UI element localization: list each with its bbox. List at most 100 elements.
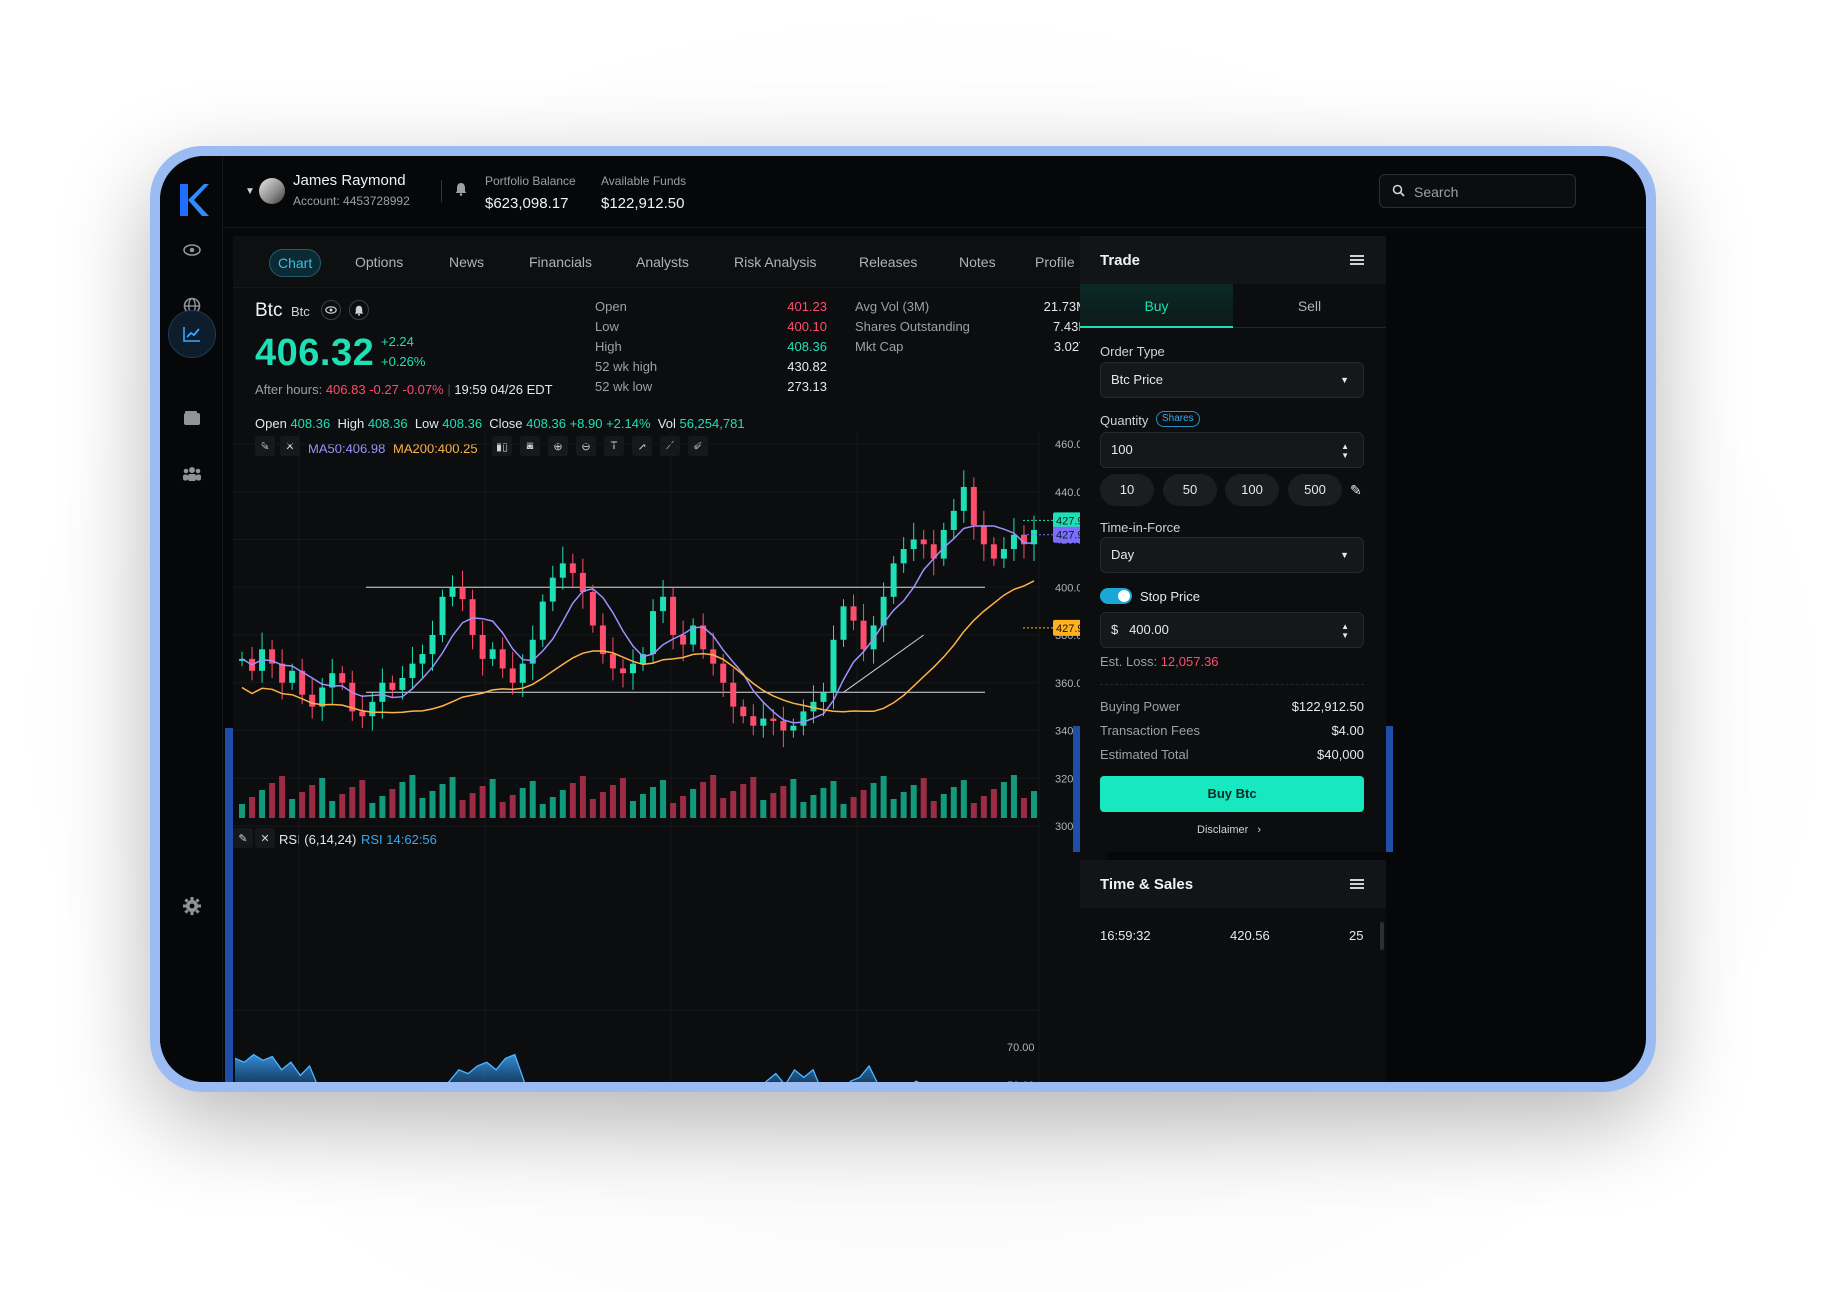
stat-label: Mkt Cap	[855, 339, 904, 354]
after-hours-price: 406.83	[325, 382, 366, 397]
quantity-chip-10[interactable]: 10	[1100, 474, 1154, 506]
volume-bar	[349, 787, 356, 818]
quantity-chip-500[interactable]: 500	[1288, 474, 1342, 506]
volume-bar	[820, 788, 827, 818]
watch-eye-icon[interactable]	[321, 300, 341, 320]
stat-label: Shares Outstanding	[855, 319, 970, 334]
candle-body	[970, 486, 977, 526]
volume-bar	[609, 785, 616, 818]
volume-bar	[950, 787, 957, 818]
portfolio-balance-label: Portfolio Balance	[485, 174, 576, 188]
volume-bar	[469, 793, 476, 818]
search-input[interactable]	[1414, 181, 1564, 203]
volume-bar	[930, 801, 937, 818]
candle-body	[770, 718, 777, 721]
price-chart[interactable]: 460.00440.00420.00400.00380.00360.00340.…	[233, 412, 1107, 1082]
tab-risk-analysis[interactable]: Risk Analysis	[726, 249, 824, 277]
candle-body	[790, 725, 797, 731]
menu-icon[interactable]	[1350, 879, 1364, 889]
tab-financials[interactable]: Financials	[521, 249, 600, 277]
page-background: ▼ James Raymond Account: 4453728992 Port…	[0, 0, 1846, 1292]
est-loss-label: Est. Loss:	[1100, 654, 1158, 669]
app-window: ▼ James Raymond Account: 4453728992 Port…	[160, 156, 1646, 1082]
volume-bar	[1030, 791, 1037, 818]
volume-bar	[519, 788, 526, 818]
bell-icon[interactable]	[455, 182, 467, 199]
candle-body	[439, 596, 446, 635]
candle-body	[419, 654, 426, 664]
chevron-down-icon: ▼	[1340, 375, 1349, 385]
volume-bar	[459, 800, 466, 818]
wallet-icon[interactable]	[176, 402, 208, 434]
volume-bar	[750, 777, 757, 818]
chevron-right-icon: ›	[1257, 824, 1262, 836]
tab-chart[interactable]: Chart	[269, 249, 322, 277]
volume-bar	[1000, 782, 1007, 818]
volume-bar	[269, 783, 276, 818]
shares-badge[interactable]: Shares	[1156, 411, 1200, 427]
avatar[interactable]	[259, 178, 285, 204]
quantity-chip-50[interactable]: 50	[1163, 474, 1217, 506]
stat-label: Open	[595, 299, 627, 314]
tif-select[interactable]: Day ▼	[1100, 537, 1364, 573]
disclaimer-link[interactable]: Disclaimer ›	[1197, 824, 1261, 836]
account-number: Account: 4453728992	[293, 194, 410, 208]
gear-icon[interactable]	[176, 890, 208, 922]
candle-body	[730, 682, 737, 707]
menu-icon[interactable]	[1350, 255, 1364, 265]
order-type-select[interactable]: Btc Price ▼	[1100, 362, 1364, 398]
volume-bar	[279, 776, 286, 818]
tab-news[interactable]: News	[441, 249, 492, 277]
fees-label: Transaction Fees	[1100, 723, 1200, 738]
search-box	[1379, 174, 1576, 208]
total-value: $40,000	[1317, 747, 1364, 762]
buying-power-value: $122,912.50	[1291, 699, 1364, 714]
volume-bar	[299, 792, 306, 818]
candle-body	[629, 663, 636, 674]
chevron-down-icon: ▼	[1340, 550, 1349, 560]
tab-sell[interactable]: Sell	[1233, 284, 1386, 328]
price-change-percent: +0.26%	[381, 354, 426, 369]
stepper-icon[interactable]: ▲ ▼	[1341, 442, 1349, 460]
quantity-stepper[interactable]: 100 ▲ ▼	[1100, 432, 1364, 468]
tab-analysts[interactable]: Analysts	[628, 249, 697, 277]
tab-buy[interactable]: Buy	[1080, 284, 1233, 328]
volume-bar	[740, 784, 747, 818]
volume-bar	[760, 800, 767, 818]
volume-bar	[439, 784, 446, 818]
tab-options[interactable]: Options	[347, 249, 411, 277]
scrollbar[interactable]	[1380, 922, 1384, 950]
candle-body	[469, 599, 476, 635]
after-hours: After hours: 406.83 -0.27 -0.07% | 19:59…	[255, 382, 553, 397]
stepper-icon[interactable]: ▲ ▼	[1341, 622, 1349, 640]
candle-body	[379, 682, 386, 702]
tab-profile[interactable]: Profile	[1027, 249, 1083, 277]
volume-bar	[619, 778, 626, 818]
eye-icon[interactable]	[176, 234, 208, 266]
candle-body	[740, 706, 747, 717]
stop-price-input[interactable]: $ 400.00 ▲ ▼	[1100, 612, 1364, 648]
edit-chips-icon[interactable]: ✎	[1350, 482, 1362, 499]
volume-bar	[880, 776, 887, 818]
volume-bar	[559, 790, 566, 818]
alert-bell-icon[interactable]	[349, 300, 369, 320]
volume-bar	[980, 796, 987, 818]
volume-bar	[700, 782, 707, 818]
volume-bar	[850, 797, 857, 818]
account-dropdown-icon[interactable]: ▼	[245, 186, 255, 197]
volume-bar	[419, 798, 426, 818]
volume-bar	[670, 803, 677, 818]
users-icon[interactable]	[176, 458, 208, 490]
volume-bar	[569, 783, 576, 818]
volume-bar	[870, 783, 877, 818]
buy-button[interactable]: Buy Btc	[1100, 776, 1364, 812]
chart-trend-icon[interactable]	[168, 310, 216, 358]
candle-body	[499, 649, 506, 669]
tab-notes[interactable]: Notes	[951, 249, 1004, 277]
tab-releases[interactable]: Releases	[851, 249, 925, 277]
quantity-chip-100[interactable]: 100	[1225, 474, 1279, 506]
volume-bar	[810, 795, 817, 818]
top-bar: ▼ James Raymond Account: 4453728992 Port…	[223, 156, 1646, 228]
current-price: 406.32	[255, 332, 375, 374]
stop-price-toggle[interactable]	[1100, 588, 1132, 604]
